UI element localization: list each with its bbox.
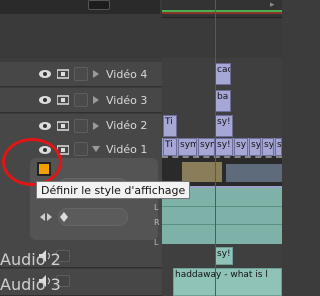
track-header-video2[interactable]: Vidéo 2 (0, 114, 162, 138)
clip-video1[interactable]: sy (234, 138, 248, 156)
track-header-video3[interactable]: Vidéo 3 (0, 88, 162, 113)
timeline-top-area: ▸ (0, 0, 282, 58)
film-icon[interactable] (57, 94, 69, 106)
clip-video1[interactable]: sy (262, 138, 274, 156)
tooltip: Définir le style d'affichage (36, 181, 191, 199)
clip-video1[interactable]: sy (249, 138, 261, 156)
expand-triangle-icon[interactable] (93, 96, 99, 104)
clip-video2-title[interactable]: Ti (163, 115, 177, 137)
clip-video1[interactable]: Ti (163, 138, 177, 156)
eye-icon[interactable] (38, 119, 52, 133)
time-ruler[interactable] (162, 0, 282, 18)
track-name: Audio 2 (0, 250, 61, 269)
expand-triangle-icon[interactable] (93, 70, 99, 78)
render-bar (162, 12, 282, 14)
eye-icon[interactable] (38, 67, 52, 81)
keyframe-nav-icon[interactable] (40, 212, 52, 222)
lock-toggle[interactable] (74, 119, 88, 133)
track-name: Vidéo 1 (106, 143, 148, 156)
film-icon[interactable] (57, 68, 69, 80)
eye-icon[interactable] (38, 93, 52, 107)
expand-triangle-icon[interactable] (93, 122, 99, 130)
clip-audio3[interactable]: haddaway - what is l (173, 268, 282, 296)
track-name: Vidéo 3 (106, 94, 148, 107)
track-name: Vidéo 2 (106, 119, 148, 132)
annotation-circle (2, 138, 62, 186)
lock-toggle[interactable] (74, 93, 88, 107)
track-header-audio3[interactable]: Audio 3 (0, 269, 162, 296)
thumbnail (226, 164, 282, 182)
diamond-keyframe-icon[interactable] (60, 212, 68, 222)
clip-video1[interactable]: sy (275, 138, 282, 156)
clip-video2-sy[interactable]: sy! (215, 115, 233, 137)
toolbar-button[interactable] (88, 0, 110, 10)
track-name: Audio 3 (0, 275, 61, 294)
clip-video4[interactable]: cac (215, 63, 231, 85)
collapse-triangle-icon[interactable] (92, 146, 100, 152)
playhead[interactable] (215, 0, 216, 296)
top-toolbar (0, 0, 160, 14)
clip-video1[interactable]: sym (198, 138, 215, 156)
channel-label-r: R (154, 218, 160, 227)
lock-toggle[interactable] (74, 67, 88, 81)
keyframe-control-2[interactable] (58, 208, 128, 226)
film-icon[interactable] (57, 120, 69, 132)
track-header-audio2[interactable]: Audio 2 (0, 245, 162, 269)
track-header-video4[interactable]: Vidéo 4 (0, 62, 162, 87)
clip-audio2[interactable]: sy! (215, 247, 233, 265)
thumbnail (182, 162, 222, 182)
ruler-nav-icon[interactable]: ▸ (270, 0, 282, 10)
track-name: Vidéo 4 (106, 68, 148, 81)
clip-video1[interactable]: sym (178, 138, 197, 156)
clip-video3[interactable]: ba (215, 90, 231, 112)
lock-toggle[interactable] (74, 142, 88, 156)
channel-label-l: L (154, 203, 159, 212)
clip-video1[interactable]: sy! (215, 138, 233, 156)
